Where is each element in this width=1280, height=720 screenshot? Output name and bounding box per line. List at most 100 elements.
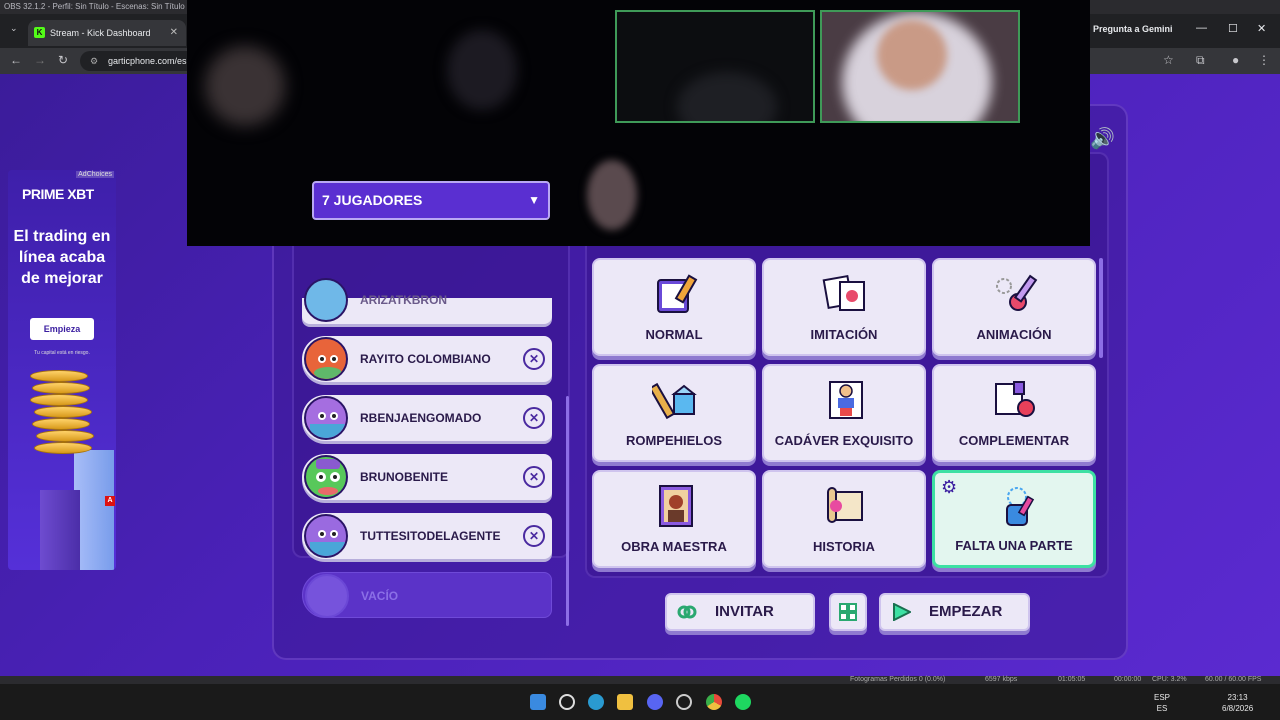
obs-stream-time: 01:05:05 <box>1058 676 1086 683</box>
language-code: ESP <box>1154 693 1171 702</box>
system-clock[interactable]: 23:13 6/8/2026 <box>1222 692 1253 714</box>
mode-historia[interactable]: HISTORIA <box>762 470 926 568</box>
screen: OBS 32.1.2 - Perfil: Sin Título - Escena… <box>0 0 1280 720</box>
mode-complementar[interactable]: COMPLEMENTAR <box>932 364 1096 462</box>
minimize-button[interactable]: — <box>1196 22 1207 34</box>
exquisite-corpse-icon <box>829 381 863 419</box>
webcam-tile <box>615 10 815 123</box>
file-explorer-icon[interactable] <box>617 694 633 710</box>
coin <box>32 382 90 394</box>
empty-slot: VACÍO <box>302 572 552 618</box>
player-name: TUTTESITODELAGENTE <box>360 529 501 543</box>
player-row: RBENJAENGOMADO ✕ <box>302 395 552 441</box>
remove-player-button[interactable]: ✕ <box>523 466 545 488</box>
mode-obra-maestra[interactable]: OBRA MAESTRA <box>592 470 756 568</box>
ad-cta-button[interactable]: Empieza <box>30 318 94 340</box>
forward-icon[interactable]: → <box>34 53 46 67</box>
edge-icon[interactable] <box>588 694 604 710</box>
remove-player-button[interactable]: ✕ <box>523 525 545 547</box>
ad-headline: El trading en línea acaba de mejorar <box>13 228 111 287</box>
ad-tower-shape-2 <box>40 490 80 570</box>
chrome-icon[interactable] <box>706 694 722 710</box>
invite-button[interactable]: INVITAR <box>665 593 815 631</box>
player-count-label: 7 JUGADORES <box>322 192 423 208</box>
mode-label: HISTORIA <box>813 539 875 554</box>
mode-rompehielos[interactable]: ROMPEHIELOS <box>592 364 756 462</box>
close-window-button[interactable]: ✕ <box>1257 22 1266 35</box>
start-label: EMPEZAR <box>929 603 1003 620</box>
story-scroll-icon <box>827 487 863 523</box>
back-icon[interactable]: ← <box>10 53 22 67</box>
ad-coins-illustration <box>20 370 114 570</box>
remove-player-button[interactable]: ✕ <box>523 348 545 370</box>
avatar <box>304 514 348 558</box>
mode-label: OBRA MAESTRA <box>621 539 727 554</box>
remove-player-button[interactable]: ✕ <box>523 407 545 429</box>
bookmark-star-icon[interactable]: ☆ <box>1163 53 1174 67</box>
masterpiece-icon <box>659 485 693 527</box>
sound-icon[interactable]: 🔊 <box>1090 126 1115 151</box>
tab-close-icon[interactable]: ✕ <box>170 20 178 46</box>
player-name: RBENJAENGOMADO <box>360 411 482 425</box>
player-name: RAYITO COLOMBIANO <box>360 352 491 366</box>
mode-imitacion[interactable]: IMITACIÓN <box>762 258 926 356</box>
coin <box>34 406 92 418</box>
ad-tower-shape <box>74 450 114 570</box>
language-indicator[interactable]: ESP ES <box>1154 692 1170 714</box>
mode-label: NORMAL <box>645 327 703 342</box>
site-info-icon[interactable]: ⚙ <box>90 51 98 71</box>
tab-title: Stream - Kick Dashboard <box>50 28 151 38</box>
extensions-icon[interactable]: ⧉ <box>1196 53 1205 68</box>
profile-icon[interactable]: ● <box>1232 53 1239 67</box>
url-text: garticphone.com/es <box>108 56 187 66</box>
obs-bitrate: 6597 kbps <box>985 676 1018 683</box>
mode-falta-una-parte[interactable]: ⚙ FALTA UNA PARTE <box>932 470 1096 568</box>
qr-code-button[interactable] <box>829 593 867 631</box>
mode-animacion[interactable]: ANIMACIÓN <box>932 258 1096 356</box>
gear-icon[interactable]: ⚙ <box>941 477 957 498</box>
webcam-person <box>205 46 285 126</box>
mode-cadaver-exquisito[interactable]: CADÁVER EXQUISITO <box>762 364 926 462</box>
search-icon[interactable] <box>559 694 575 710</box>
clock-time: 23:13 <box>1227 693 1248 702</box>
webcam-person <box>447 30 517 110</box>
gemini-button[interactable]: Pregunta a Gemini <box>1093 24 1173 34</box>
ad-choices-label[interactable]: AdChoices <box>76 171 114 178</box>
obs-status-bar: Fotogramas Perdidos 0 (0.0%) 6597 kbps 0… <box>0 676 1280 684</box>
player-name: BRUNOBENITE <box>360 470 449 484</box>
reload-icon[interactable]: ↻ <box>58 53 68 67</box>
windows-start-icon[interactable] <box>530 694 546 710</box>
url-field[interactable]: ⚙ garticphone.com/es <box>80 51 200 71</box>
missing-piece-icon <box>1006 487 1035 526</box>
coin <box>32 418 90 430</box>
player-count-select[interactable]: 7 JUGADORES ▼ <box>312 181 550 220</box>
webcam-tile <box>820 10 1020 123</box>
mode-label: ROMPEHIELOS <box>625 433 723 448</box>
start-button[interactable]: EMPEZAR <box>879 593 1030 631</box>
player-row: TUTTESITODELAGENTE ✕ <box>302 513 552 559</box>
obs-icon[interactable] <box>676 694 692 710</box>
player-row: RAYITO COLOMBIANO ✕ <box>302 336 552 382</box>
webcam-person <box>877 20 947 90</box>
tab-list-icon[interactable]: ⌄ <box>10 23 18 34</box>
menu-icon[interactable]: ⋮ <box>1258 53 1270 67</box>
notebook-pencil-icon <box>657 274 698 313</box>
empty-avatar <box>305 574 349 618</box>
ad-badge: A <box>105 496 115 506</box>
qr-code-icon <box>839 603 857 621</box>
avatar-face-icon <box>310 520 346 556</box>
discord-icon[interactable] <box>647 694 663 710</box>
keyboard-code: ES <box>1156 704 1168 713</box>
avatar <box>304 455 348 499</box>
players-scrollbar[interactable] <box>566 396 569 626</box>
spotify-icon[interactable] <box>735 694 751 710</box>
avatar-face-icon <box>310 402 346 438</box>
mode-normal[interactable]: NORMAL <box>592 258 756 356</box>
invite-label: INVITAR <box>715 603 774 620</box>
hammer-ice-icon <box>652 382 697 420</box>
player-row: BRUNOBENITE ✕ <box>302 454 552 500</box>
ad-banner[interactable]: AdChoices PRIME XBT El trading en línea … <box>8 170 116 570</box>
modes-scrollbar[interactable] <box>1099 258 1103 358</box>
tab-kick-dashboard[interactable]: K Stream - Kick Dashboard ✕ <box>28 20 186 46</box>
maximize-button[interactable]: ☐ <box>1228 22 1238 35</box>
